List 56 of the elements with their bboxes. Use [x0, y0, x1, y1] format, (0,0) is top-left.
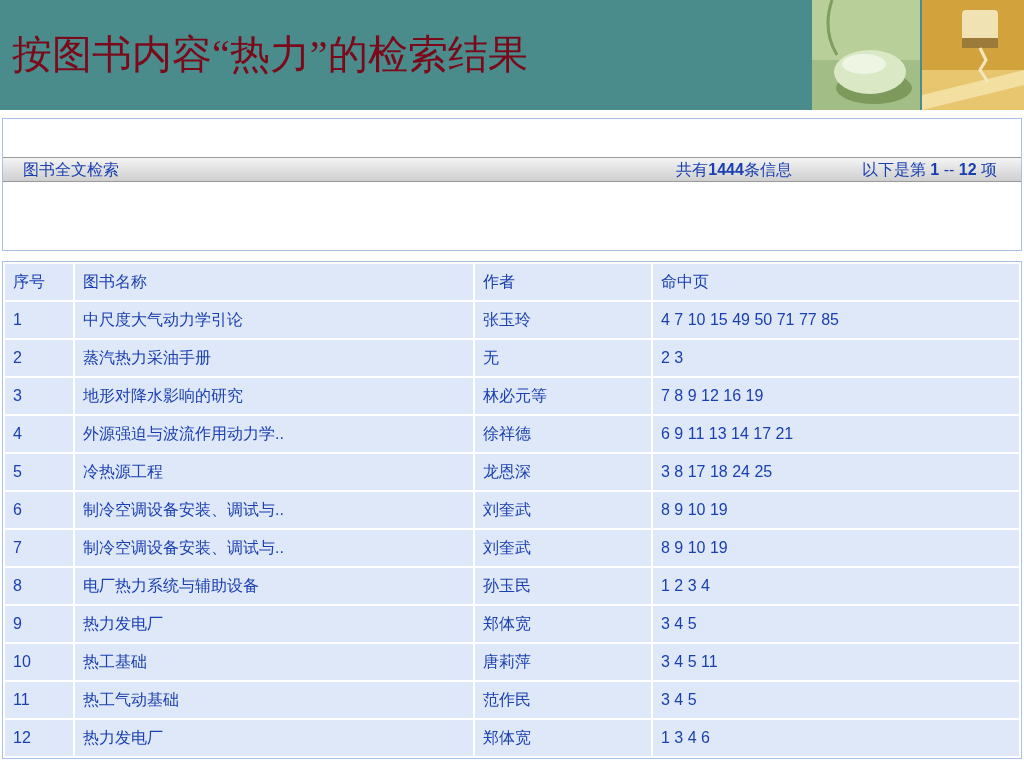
- table-cell: 林必元等: [474, 377, 652, 415]
- table-cell: 3: [4, 377, 74, 415]
- table-cell: 3 4 5: [652, 681, 1020, 719]
- result-range: 以下是第 1 -- 12 项: [861, 159, 997, 180]
- table-cell: 刘奎武: [474, 529, 652, 567]
- table-cell: 热力发电厂: [74, 605, 474, 643]
- table-cell: 孙玉民: [474, 567, 652, 605]
- table-cell: 3 4 5: [652, 605, 1020, 643]
- table-cell: 热工气动基础: [74, 681, 474, 719]
- slide-title: 按图书内容“热力”的检索结果: [12, 35, 528, 75]
- table-cell: 范作民: [474, 681, 652, 719]
- table-cell: 2: [4, 339, 74, 377]
- column-header: 序号: [4, 263, 74, 301]
- search-label: 图书全文检索: [23, 159, 119, 180]
- table-cell: 2 3: [652, 339, 1020, 377]
- table-cell: 制冷空调设备安装、调试与..: [74, 529, 474, 567]
- table-cell: 6 9 11 13 14 17 21: [652, 415, 1020, 453]
- table-cell: 唐莉萍: [474, 643, 652, 681]
- table-cell: 10: [4, 643, 74, 681]
- table-cell: 9: [4, 605, 74, 643]
- table-cell: 冷热源工程: [74, 453, 474, 491]
- table-cell: 电厂热力系统与辅助设备: [74, 567, 474, 605]
- table-cell: 8 9 10 19: [652, 491, 1020, 529]
- table-cell: 5: [4, 453, 74, 491]
- table-cell: 张玉玲: [474, 301, 652, 339]
- table-cell: 1: [4, 301, 74, 339]
- table-cell: 7: [4, 529, 74, 567]
- table-cell: 刘奎武: [474, 491, 652, 529]
- table-cell: 郑体宽: [474, 719, 652, 757]
- table-cell: 4: [4, 415, 74, 453]
- table-cell: 6: [4, 491, 74, 529]
- table-cell: 7 8 9 12 16 19: [652, 377, 1020, 415]
- table-cell: 1 3 4 6: [652, 719, 1020, 757]
- table-cell: 4 7 10 15 49 50 71 77 85: [652, 301, 1020, 339]
- column-header: 作者: [474, 263, 652, 301]
- table-cell: 12: [4, 719, 74, 757]
- table-cell: 热力发电厂: [74, 719, 474, 757]
- table-cell: 8: [4, 567, 74, 605]
- table-cell: 11: [4, 681, 74, 719]
- table-cell: 热工基础: [74, 643, 474, 681]
- table-cell: 8 9 10 19: [652, 529, 1020, 567]
- table-cell: 地形对降水影响的研究: [74, 377, 474, 415]
- table-cell: 制冷空调设备安装、调试与..: [74, 491, 474, 529]
- table-cell: 龙恩深: [474, 453, 652, 491]
- column-header: 图书名称: [74, 263, 474, 301]
- table-cell: 中尺度大气动力学引论: [74, 301, 474, 339]
- table-cell: 蒸汽热力采油手册: [74, 339, 474, 377]
- table-cell: 3 4 5 11: [652, 643, 1020, 681]
- table-cell: 徐祥德: [474, 415, 652, 453]
- table-cell: 1 2 3 4: [652, 567, 1020, 605]
- table-cell: 无: [474, 339, 652, 377]
- table-cell: 3 8 17 18 24 25: [652, 453, 1020, 491]
- column-header: 命中页: [652, 263, 1020, 301]
- table-cell: 外源强迫与波流作用动力学..: [74, 415, 474, 453]
- table-cell: 郑体宽: [474, 605, 652, 643]
- result-count: 共有1444条信息: [676, 159, 792, 180]
